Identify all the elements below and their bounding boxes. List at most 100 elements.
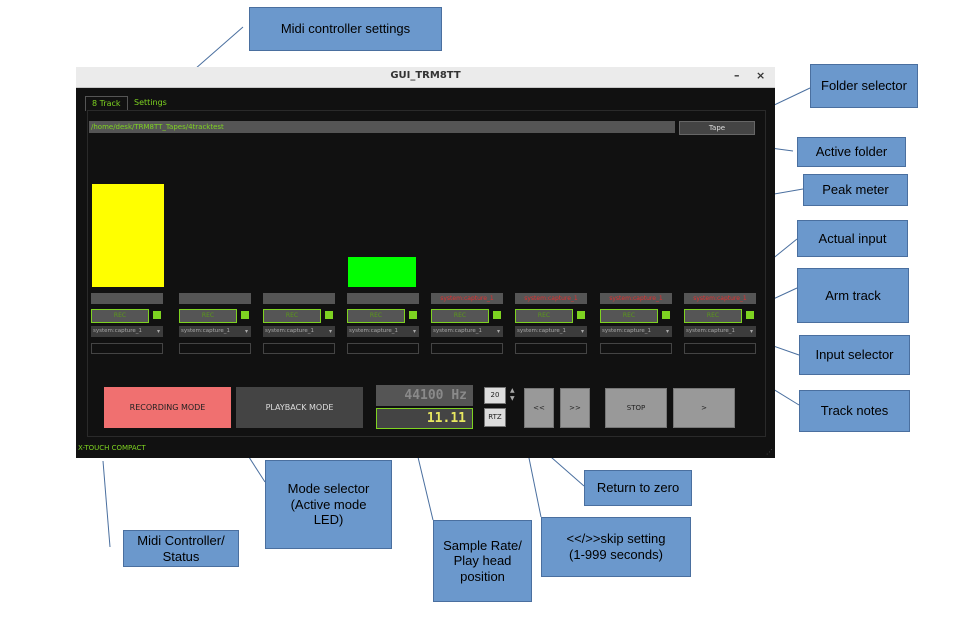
arm-track-button[interactable]: REC (431, 309, 489, 323)
track-notes-field[interactable] (684, 343, 756, 354)
track-strip: system:capture_1 REC system:capture_1 ▾ (600, 293, 678, 358)
input-selector-value: system:capture_1 (433, 328, 483, 334)
actual-input-label: system:capture_1 (431, 293, 503, 304)
arm-track-button[interactable]: REC (684, 309, 742, 323)
callout-track-notes: Track notes (799, 390, 910, 432)
stop-button[interactable]: STOP (605, 388, 667, 428)
callout-sample-rate: Sample Rate/ Play head position (433, 520, 532, 602)
tab-8-track[interactable]: 8 Track (85, 96, 128, 111)
track-notes-field[interactable] (179, 343, 251, 354)
input-selector[interactable]: system:capture_1 ▾ (684, 326, 756, 337)
callout-return-to-zero: Return to zero (584, 470, 692, 506)
callout-peak-meter: Peak meter (803, 174, 908, 206)
callout-midi-settings: Midi controller settings (249, 7, 442, 51)
input-selector-value: system:capture_1 (686, 328, 736, 334)
arm-led-icon (662, 311, 670, 319)
track-notes-field[interactable] (431, 343, 503, 354)
chevron-down-icon: ▾ (412, 328, 416, 335)
window-title: GUI_TRM8TT (390, 70, 461, 81)
chevron-down-icon: ▾ (580, 328, 584, 335)
callout-skip-setting: <</>>skip setting (1-999 seconds) (541, 517, 691, 577)
app-window: GUI_TRM8TT – × 8 Track Settings /home/de… (76, 67, 775, 458)
chevron-down-icon: ▾ (156, 328, 160, 335)
track-strip: system:capture_1 REC system:capture_1 ▾ (431, 293, 509, 358)
arm-track-button[interactable]: REC (179, 309, 237, 323)
callout-midi-status-line-1: Midi Controller/ (137, 532, 225, 548)
arm-led-icon (409, 311, 417, 319)
input-selector-value: system:capture_1 (93, 328, 143, 334)
callout-sample-line-1: Sample Rate/ (443, 537, 522, 553)
track-strip: system:capture_1 REC system:capture_1 ▾ (684, 293, 762, 358)
actual-input-label: system:capture_1 (600, 293, 672, 304)
rewind-button[interactable]: << (524, 388, 554, 428)
arm-track-button[interactable]: REC (347, 309, 405, 323)
active-folder-path: /home/desk/TRM8TT_Tapes/4tracktest (89, 121, 675, 133)
input-selector-value: system:capture_1 (265, 328, 315, 334)
rtz-button[interactable]: RTZ (484, 408, 506, 427)
callout-mode-line-1: Mode selector (287, 481, 370, 497)
track-strip: REC system:capture_1 ▾ (347, 293, 425, 358)
actual-input-label (347, 293, 419, 304)
track-notes-field[interactable] (91, 343, 163, 354)
track-strip: system:capture_1 REC system:capture_1 ▾ (515, 293, 593, 358)
tape-folder-button[interactable]: Tape (679, 121, 755, 135)
spinner-arrows-icon[interactable]: ▲ ▼ (510, 387, 515, 403)
input-selector[interactable]: system:capture_1 ▾ (347, 326, 419, 337)
callout-active-folder: Active folder (797, 137, 906, 167)
input-selector-value: system:capture_1 (349, 328, 399, 334)
track-strip: REC system:capture_1 ▾ (179, 293, 257, 358)
peak-meter-bar (348, 257, 416, 287)
arm-track-button[interactable]: REC (263, 309, 321, 323)
callout-skip-line-2: (1-999 seconds) (569, 547, 663, 562)
input-selector-value: system:capture_1 (181, 328, 231, 334)
callout-sample-line-3: position (460, 568, 505, 584)
track-notes-field[interactable] (347, 343, 419, 354)
input-selector[interactable]: system:capture_1 ▾ (179, 326, 251, 337)
forward-button[interactable]: >> (560, 388, 590, 428)
input-selector[interactable]: system:capture_1 ▾ (91, 326, 163, 337)
input-selector[interactable]: system:capture_1 ▾ (515, 326, 587, 337)
resize-grip-icon[interactable]: ⋰ (766, 448, 773, 456)
play-button[interactable]: > (673, 388, 735, 428)
arm-led-icon (241, 311, 249, 319)
callout-skip-line-1: <</>>skip setting (566, 531, 666, 547)
close-button[interactable]: × (756, 69, 765, 82)
callout-arm-track: Arm track (797, 268, 909, 323)
skip-value-spinner[interactable]: 20 (484, 387, 506, 404)
actual-input-label (91, 293, 163, 304)
track-strip: REC system:capture_1 ▾ (91, 293, 169, 358)
arm-track-button[interactable]: REC (515, 309, 573, 323)
actual-input-label (263, 293, 335, 304)
sample-rate-display: 44100 Hz (376, 385, 473, 406)
chevron-down-icon: ▾ (496, 328, 500, 335)
input-selector[interactable]: system:capture_1 ▾ (431, 326, 503, 337)
actual-input-label: system:capture_1 (515, 293, 587, 304)
title-bar: GUI_TRM8TT – × (76, 67, 775, 88)
chevron-down-icon: ▾ (749, 328, 753, 335)
callout-midi-status: Midi Controller/ Status (123, 530, 239, 567)
input-selector-value: system:capture_1 (602, 328, 652, 334)
chevron-down-icon: ▾ (328, 328, 332, 335)
callout-mode-selector: Mode selector (Active mode LED) (265, 460, 392, 549)
arm-track-button[interactable]: REC (600, 309, 658, 323)
midi-controller-status: X-TOUCH COMPACT (78, 444, 146, 452)
track-notes-field[interactable] (263, 343, 335, 354)
input-selector[interactable]: system:capture_1 ▾ (600, 326, 672, 337)
chevron-down-icon: ▾ (665, 328, 669, 335)
track-strip: REC system:capture_1 ▾ (263, 293, 341, 358)
track-notes-field[interactable] (600, 343, 672, 354)
play-head-display: 11.11 (376, 408, 473, 429)
track-notes-field[interactable] (515, 343, 587, 354)
arm-led-icon (493, 311, 501, 319)
minimize-button[interactable]: – (734, 69, 740, 82)
input-selector-value: system:capture_1 (517, 328, 567, 334)
input-selector[interactable]: system:capture_1 ▾ (263, 326, 335, 337)
callout-mode-line-2: (Active mode (290, 496, 367, 512)
arm-led-icon (577, 311, 585, 319)
recording-mode-button[interactable]: RECORDING MODE (104, 387, 231, 428)
playback-mode-button[interactable]: PLAYBACK MODE (236, 387, 363, 428)
tab-settings[interactable]: Settings (128, 96, 173, 110)
arm-track-button[interactable]: REC (91, 309, 149, 323)
peak-meter-bar (92, 184, 164, 287)
callout-folder-selector: Folder selector (810, 64, 918, 108)
